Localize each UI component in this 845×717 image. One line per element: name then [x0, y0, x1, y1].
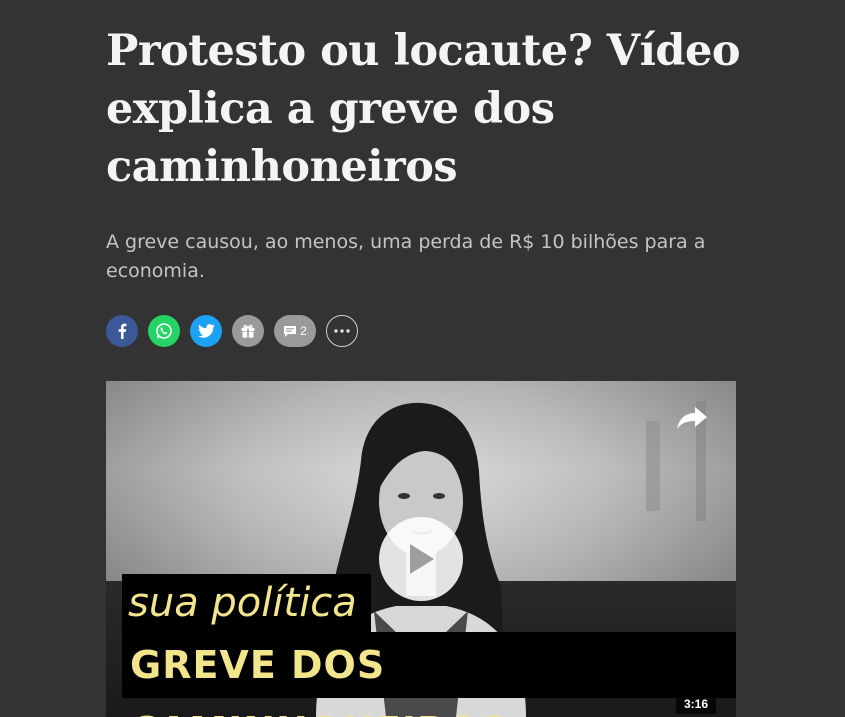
play-icon	[410, 544, 434, 574]
video-caption-line2: GREVE DOS CAMINHONEIROS	[122, 632, 736, 717]
share-arrow-icon	[677, 407, 707, 429]
video-caption-line1: sua política	[122, 574, 371, 634]
share-facebook-button[interactable]	[106, 315, 138, 347]
more-dots-icon	[334, 329, 350, 333]
share-bar: 2	[106, 315, 358, 347]
facebook-icon	[118, 323, 127, 339]
share-twitter-button[interactable]	[190, 315, 222, 347]
article-dek: A greve causou, ao menos, uma perda de R…	[106, 231, 706, 282]
comments-button[interactable]: 2	[274, 315, 316, 347]
comment-icon	[284, 325, 297, 337]
share-whatsapp-button[interactable]	[148, 315, 180, 347]
video-play-button[interactable]	[379, 517, 463, 601]
twitter-icon	[197, 324, 215, 338]
video-player[interactable]: sua política GREVE DOS CAMINHONEIROS 3:1…	[106, 381, 736, 717]
video-share-button[interactable]	[674, 403, 710, 433]
video-duration: 3:16	[676, 694, 717, 714]
more-share-options-button[interactable]	[326, 315, 358, 347]
gift-icon	[241, 324, 255, 338]
article-headline: Protesto ou locaute? Vídeo explica a gre…	[106, 26, 741, 192]
gift-article-button[interactable]	[232, 315, 264, 347]
whatsapp-icon	[156, 323, 172, 339]
comment-count: 2	[300, 324, 307, 338]
